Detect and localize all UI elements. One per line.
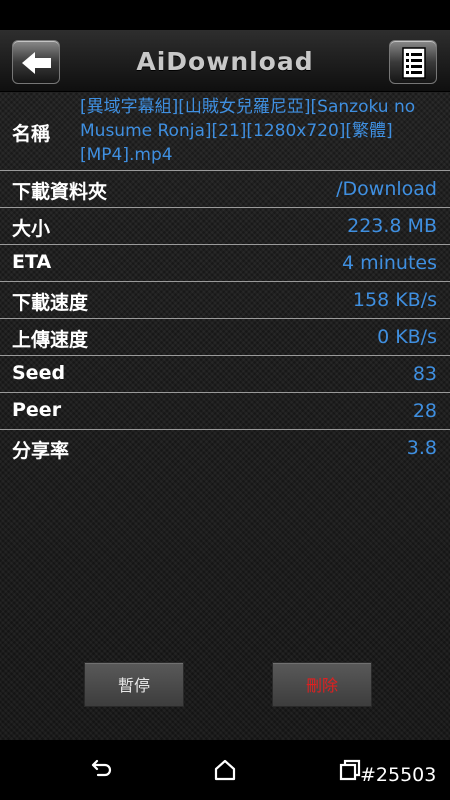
detail-row-name: 名稱 [異域字幕組][山賊女兒羅尼亞][Sanzoku no Musume Ro…: [0, 92, 450, 171]
upload-speed-value: 0 KB/s: [377, 326, 437, 348]
name-value: [異域字幕組][山賊女兒羅尼亞][Sanzoku no Musume Ronja…: [80, 97, 416, 165]
arrow-left-icon: [22, 52, 51, 74]
ratio-label: 分享率: [12, 440, 70, 462]
peer-label: Peer: [12, 399, 62, 421]
detail-row-peer: Peer 28: [0, 393, 450, 430]
detail-row-download-speed: 下載速度 158 KB/s: [0, 282, 450, 319]
pause-button[interactable]: 暫停: [84, 662, 184, 707]
app-title: AiDownload: [136, 47, 314, 76]
detail-row-ratio: 分享率 3.8: [0, 430, 450, 467]
detail-row-eta: ETA 4 minutes: [0, 245, 450, 282]
seed-value: 83: [412, 363, 437, 385]
size-label: 大小: [12, 218, 51, 240]
eta-value: 4 minutes: [341, 252, 437, 274]
eta-label: ETA: [12, 251, 52, 273]
watermark-text: #25503: [360, 764, 437, 786]
top-bar: AiDownload: [0, 30, 450, 92]
log-button[interactable]: [389, 40, 437, 84]
app-screen: AiDownload 名稱 [異域字幕組][山賊女兒羅尼亞][Sanzoku n…: [0, 30, 450, 740]
detail-row-seed: Seed 83: [0, 356, 450, 393]
name-label: 名稱: [12, 123, 51, 145]
back-button[interactable]: [12, 40, 60, 84]
folder-label: 下載資料夾: [12, 181, 108, 203]
status-bar: [0, 0, 450, 30]
document-list-icon: [402, 47, 426, 79]
detail-row-folder: 下載資料夾 /Download: [0, 171, 450, 208]
upload-speed-label: 上傳速度: [12, 329, 89, 351]
download-speed-value: 158 KB/s: [352, 289, 437, 311]
delete-button[interactable]: 刪除: [272, 662, 372, 707]
nav-home-icon[interactable]: [211, 756, 239, 784]
folder-value: /Download: [336, 178, 437, 200]
ratio-value: 3.8: [406, 437, 437, 459]
nav-back-icon[interactable]: [87, 756, 115, 784]
torrent-details: 名稱 [異域字幕組][山賊女兒羅尼亞][Sanzoku no Musume Ro…: [0, 92, 450, 467]
detail-row-size: 大小 223.8 MB: [0, 208, 450, 245]
peer-value: 28: [412, 400, 437, 422]
detail-row-upload-speed: 上傳速度 0 KB/s: [0, 319, 450, 356]
download-speed-label: 下載速度: [12, 292, 89, 314]
seed-label: Seed: [12, 362, 66, 384]
size-value: 223.8 MB: [347, 215, 437, 237]
